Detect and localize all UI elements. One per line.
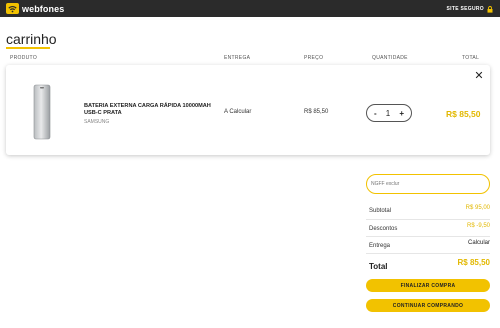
subtotal-value: R$ 95,00 xyxy=(465,205,490,211)
item-delivery: A Calcular xyxy=(224,109,252,115)
quantity-value[interactable]: 1 xyxy=(386,109,390,118)
column-header-quantity: QUANTIDADE xyxy=(372,55,408,61)
secure-site-indicator: SITE SEGURO xyxy=(447,0,493,17)
lock-icon xyxy=(487,0,493,18)
column-header-total: TOTAL xyxy=(462,55,480,61)
discount-label: Descontos xyxy=(369,226,398,232)
product-brand: SAMSUNG xyxy=(84,119,110,125)
logo[interactable]: webfones xyxy=(6,3,64,14)
page-title: carrinho xyxy=(6,31,57,47)
column-header-product: PRODUTO xyxy=(10,55,38,61)
discount-value: R$ -9,50 xyxy=(466,223,490,229)
continue-shopping-button[interactable]: CONTINUAR COMPRANDO xyxy=(366,299,490,312)
item-total-price: R$ 85,50 xyxy=(446,109,481,119)
column-header-delivery: ENTREGA xyxy=(224,55,251,61)
total-value: R$ 85,50 xyxy=(457,258,490,267)
title-underline xyxy=(6,47,50,49)
increase-quantity-button[interactable]: + xyxy=(399,109,404,118)
top-bar: webfones SITE SEGURO xyxy=(0,0,500,17)
remove-item-close-icon[interactable]: ✕ xyxy=(473,70,485,82)
column-header-price: PREÇO xyxy=(304,55,324,61)
total-label: Total xyxy=(369,262,388,271)
checkout-button[interactable]: FINALIZAR COMPRA xyxy=(366,279,490,292)
secure-site-label: SITE SEGURO xyxy=(446,5,484,12)
summary-divider xyxy=(366,253,490,254)
delivery-value: Calcular xyxy=(467,240,490,246)
subtotal-label: Subtotal xyxy=(369,208,392,214)
delivery-label: Entrega xyxy=(369,243,391,249)
logo-text: webfones xyxy=(22,3,65,14)
decrease-quantity-button[interactable]: - xyxy=(374,109,377,118)
item-unit-price: R$ 85,50 xyxy=(304,109,329,115)
product-name[interactable]: BATERIA EXTERNA CARGA RÁPIDA 10000MAH US… xyxy=(84,103,214,117)
summary-divider xyxy=(366,236,490,237)
coupon-input[interactable] xyxy=(366,174,490,194)
quantity-stepper: - 1 + xyxy=(366,104,412,122)
summary-divider xyxy=(366,219,490,220)
product-image[interactable] xyxy=(33,84,51,140)
wifi-logo-icon xyxy=(6,3,19,14)
